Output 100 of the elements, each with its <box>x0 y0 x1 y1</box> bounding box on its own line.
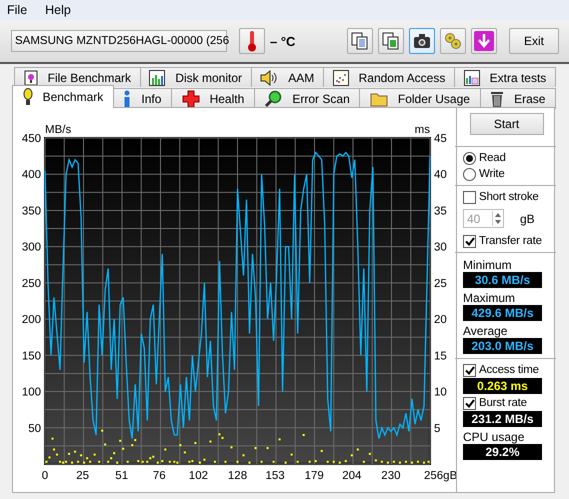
axis-label: 20 <box>434 314 447 326</box>
access-time-point <box>386 462 389 464</box>
spin-arrows-icon <box>492 211 503 226</box>
access-time-point <box>71 462 74 464</box>
temperature-reading: – °C <box>270 34 296 48</box>
access-time-point <box>278 438 281 440</box>
access-time-point <box>284 462 287 464</box>
access-time-point <box>94 454 96 456</box>
access-time-point <box>302 434 305 436</box>
axis-label: 450 <box>22 133 41 145</box>
axis-label: 100 <box>22 386 41 399</box>
access-time-point <box>142 460 144 463</box>
axis-label: 0 <box>42 470 48 482</box>
access-time-point <box>398 462 401 464</box>
unit-label: gB <box>520 212 535 226</box>
axis-label: 10 <box>434 386 447 399</box>
access-time-point <box>410 462 413 464</box>
thermometer-icon <box>247 30 257 52</box>
copy-icon <box>351 32 369 50</box>
access-time-point <box>272 460 275 463</box>
camera-button[interactable] <box>409 28 435 54</box>
access-time-point <box>362 460 365 463</box>
radio-button[interactable]: Write <box>463 166 505 182</box>
options-button[interactable] <box>440 28 466 54</box>
start-button[interactable]: Start <box>470 113 544 135</box>
stat-label: Average <box>463 324 508 338</box>
readout: 0.263 ms <box>463 378 542 394</box>
access-time-point <box>74 450 76 453</box>
access-time-point <box>156 462 159 464</box>
access-time-point <box>161 460 164 462</box>
axis-label: 204 <box>342 470 362 482</box>
copy-info-button[interactable] <box>378 28 404 54</box>
tab[interactable]: Random Access <box>322 67 455 87</box>
readout: 231.2 MB/s <box>463 411 542 427</box>
access-time-point <box>404 460 407 463</box>
axis-label: 5 <box>434 422 440 435</box>
access-time-point <box>52 438 54 440</box>
access-time-point <box>320 450 323 452</box>
cross-icon <box>182 90 200 108</box>
tab[interactable]: Benchmark <box>12 85 114 108</box>
access-time-point <box>113 452 116 454</box>
thermometer-button[interactable] <box>239 28 265 54</box>
access-time-point <box>266 447 269 450</box>
axis-label: 250 <box>22 278 41 290</box>
access-time-point <box>422 462 425 464</box>
access-time-point <box>224 460 226 463</box>
drive-dropdown[interactable]: SAMSUNG MZNTD256HAGL-00000 (256 <box>11 30 227 52</box>
access-time-point <box>101 430 104 432</box>
axis-label: 256gB <box>424 470 458 482</box>
menu-item[interactable]: File <box>7 3 28 17</box>
tab[interactable]: Disk monitor <box>140 67 252 87</box>
access-time-point <box>116 462 118 464</box>
access-time-point <box>242 454 245 456</box>
tab[interactable]: File Benchmark <box>14 67 141 87</box>
document-icon <box>24 70 38 86</box>
access-time-point <box>416 460 419 463</box>
axis-label: 350 <box>22 205 41 218</box>
access-time-point <box>203 458 206 461</box>
stat-label: Minimum <box>463 258 512 272</box>
menu-item[interactable]: Help <box>45 3 71 17</box>
copy-button[interactable] <box>347 28 373 54</box>
axis-label: 51 <box>115 470 128 482</box>
axis-label: 25 <box>76 470 89 482</box>
check-icon <box>464 398 474 408</box>
access-time-point <box>119 440 122 442</box>
radio-button[interactable]: Read <box>463 150 506 166</box>
access-time-point <box>214 460 216 463</box>
access-time-point <box>134 439 136 442</box>
tab[interactable]: Extra tests <box>454 67 556 87</box>
axis-label: 150 <box>22 350 41 362</box>
axis-label: 35 <box>434 205 447 218</box>
access-time-point <box>198 462 201 464</box>
axis-label: 200 <box>22 314 41 326</box>
tab[interactable]: Folder Usage <box>359 88 481 109</box>
access-time-point <box>80 454 82 456</box>
access-time-point <box>122 448 124 450</box>
check-icon <box>464 366 474 374</box>
access-time-point <box>104 443 106 446</box>
access-time-point <box>296 460 299 463</box>
axis-label: 102 <box>188 470 208 482</box>
axis-label: 76 <box>152 470 166 482</box>
checkbox[interactable]: Transfer rate <box>463 233 542 249</box>
access-time-point <box>344 460 347 462</box>
access-time-point <box>314 460 317 462</box>
access-time-point <box>308 460 311 463</box>
tab[interactable]: AAM <box>250 67 324 87</box>
magnifier-icon <box>264 90 282 108</box>
checkbox[interactable]: Short stroke <box>463 189 539 205</box>
axis-label: 400 <box>22 169 41 182</box>
access-time-point <box>68 452 70 455</box>
access-time-point <box>77 460 80 463</box>
save-button[interactable] <box>471 28 497 54</box>
exit-button[interactable]: Exit <box>509 28 559 54</box>
access-time-point <box>374 459 377 462</box>
info-icon <box>123 90 132 108</box>
checkbox[interactable]: Access time <box>463 362 539 378</box>
access-time-point <box>392 460 395 463</box>
camera-icon <box>413 33 431 49</box>
readout: 429.6 MB/s <box>463 305 542 321</box>
checkbox[interactable]: Burst rate <box>463 395 527 411</box>
